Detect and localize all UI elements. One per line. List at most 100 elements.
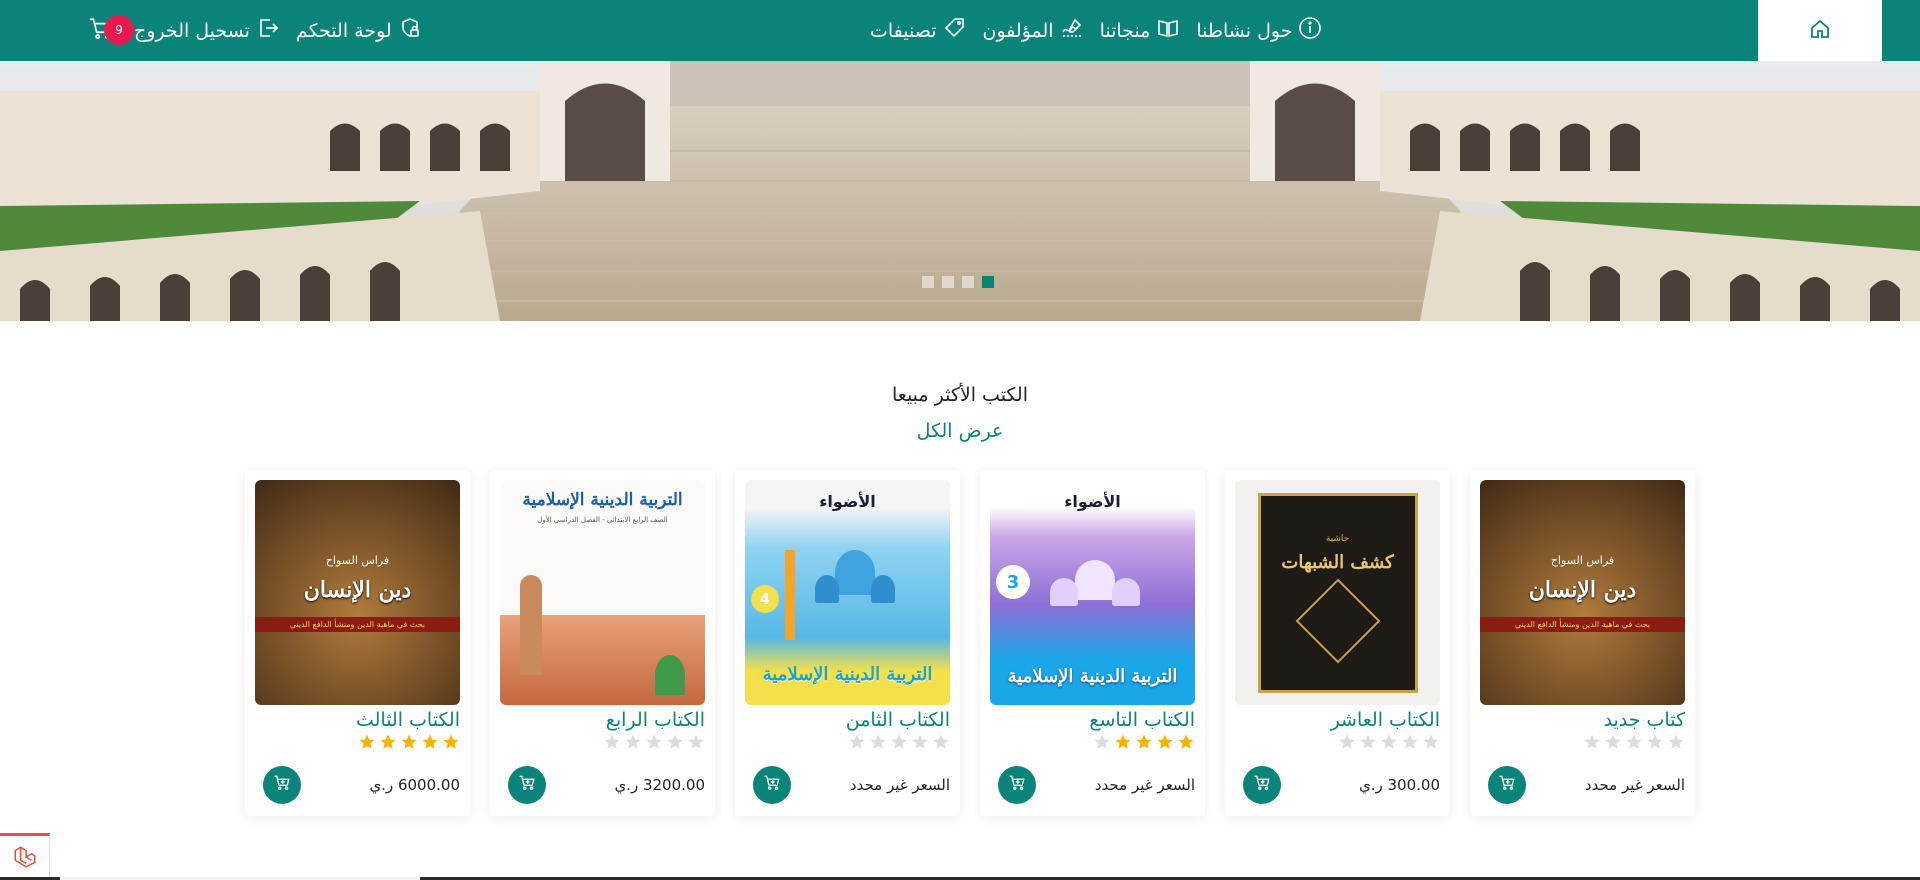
star-filled-icon [1157, 734, 1173, 749]
cover-author: فراس السواح [1550, 553, 1615, 567]
cart-add-icon [1253, 774, 1271, 796]
user-menu: لوحة التحكم تسحيل الخروج 9 [84, 0, 422, 61]
book-title[interactable]: الكتاب العاشر [1235, 709, 1440, 731]
cart-button[interactable]: 9 [84, 11, 134, 51]
dashboard-link[interactable]: لوحة التحكم [296, 16, 422, 45]
cart-add-icon [1498, 774, 1516, 796]
tag-icon [943, 16, 967, 45]
star-filled-icon [1178, 734, 1194, 749]
book-title[interactable]: الكتاب التاسع [990, 709, 1195, 731]
book-title[interactable]: الكتاب الرابع [500, 709, 705, 731]
price-row: السعر غير محدد [998, 766, 1195, 804]
carousel-dot-active[interactable] [982, 276, 994, 288]
logout-icon [256, 16, 280, 45]
rating-stars [500, 733, 705, 753]
star-empty-icon [1094, 734, 1110, 749]
star-empty-icon [1605, 734, 1621, 749]
book-cover[interactable]: التربية الدينية الإسلامية الصف الرابع ال… [500, 480, 705, 705]
book-cover[interactable]: الأضواء 3 التربية الدينية الإسلامية [990, 480, 1195, 705]
nav-authors-label: المؤلفون [982, 19, 1054, 42]
add-to-cart-button[interactable] [1243, 766, 1281, 804]
cover-title: كشف الشبهات [1281, 552, 1394, 573]
home-tab[interactable] [1758, 0, 1882, 61]
book-card[interactable]: الأضواء 3 التربية الدينية الإسلامية الكت… [980, 470, 1205, 816]
cover-title: دين الإنسان [303, 576, 412, 603]
rating-stars [1235, 733, 1440, 753]
star-empty-icon [849, 734, 865, 749]
star-empty-icon [1647, 734, 1663, 749]
pen-signature-icon [1060, 16, 1084, 45]
book-card[interactable]: فراس السواح دين الإنسان بحث في ماهية الد… [245, 470, 470, 816]
star-empty-icon [1339, 734, 1355, 749]
cover-subtitle: بحث في ماهية الدين ومنشأ الدافع الديني [255, 616, 460, 632]
cover-author: الأضواء [819, 492, 876, 511]
info-icon [1298, 16, 1322, 45]
carousel-dot[interactable] [942, 276, 954, 288]
star-empty-icon [1402, 734, 1418, 749]
logout-label: تسحيل الخروج [134, 19, 250, 42]
add-to-cart-button[interactable] [998, 766, 1036, 804]
book-card[interactable]: فراس السواح دين الإنسان بحث في ماهية الد… [1470, 470, 1695, 816]
cover-title: التربية الدينية الإسلامية [522, 490, 683, 510]
carousel-dots [922, 276, 994, 288]
cover-author: حاشية [1325, 534, 1350, 544]
book-price: 6000.00 ر.ي [369, 776, 460, 794]
book-card[interactable]: التربية الدينية الإسلامية الصف الرابع ال… [490, 470, 715, 816]
home-icon [1808, 17, 1832, 45]
book-cover[interactable]: حاشية كشف الشبهات [1235, 480, 1440, 705]
star-empty-icon [604, 734, 620, 749]
book-open-icon [1156, 16, 1180, 45]
add-to-cart-button[interactable] [753, 766, 791, 804]
book-cover[interactable]: فراس السواح دين الإنسان بحث في ماهية الد… [255, 480, 460, 705]
book-card[interactable]: الأضواء 4 التربية الدينية الإسلامية الكت… [735, 470, 960, 816]
main-menu: حول نشاطنا منجاتنا المؤلفون تصنيفات [870, 0, 1322, 61]
star-empty-icon [1626, 734, 1642, 749]
star-empty-icon [1360, 734, 1376, 749]
book-card[interactable]: حاشية كشف الشبهات الكتاب العاشر 300.00 ر… [1225, 470, 1450, 816]
shield-lock-icon [398, 16, 422, 45]
cart-add-icon [763, 774, 781, 796]
nav-about-label: حول نشاطنا [1196, 19, 1293, 42]
book-price: السعر غير محدد [1584, 776, 1685, 794]
nav-authors[interactable]: المؤلفون [983, 16, 1084, 45]
book-price: 3200.00 ر.ي [614, 776, 705, 794]
book-title[interactable]: كتاب جديد [1480, 709, 1685, 731]
rating-stars [990, 733, 1195, 753]
price-row: السعر غير محدد [1488, 766, 1685, 804]
star-empty-icon [1584, 734, 1600, 749]
cover-title: دين الإنسان [1528, 576, 1637, 603]
book-title[interactable]: الكتاب الثامن [745, 709, 950, 731]
book-cover[interactable]: الأضواء 4 التربية الدينية الإسلامية [745, 480, 950, 705]
book-cover[interactable]: فراس السواح دين الإنسان بحث في ماهية الد… [1480, 480, 1685, 705]
star-empty-icon [1668, 734, 1684, 749]
add-to-cart-button[interactable] [1488, 766, 1526, 804]
add-to-cart-button[interactable] [263, 766, 301, 804]
carousel-dot[interactable] [922, 276, 934, 288]
dashboard-label: لوحة التحكم [295, 19, 392, 42]
star-filled-icon [359, 734, 375, 749]
book-title[interactable]: الكتاب الثالث [255, 709, 460, 731]
view-all-link[interactable]: عرض الكل [0, 420, 1920, 442]
star-empty-icon [1423, 734, 1439, 749]
cover-author: الأضواء [1064, 492, 1121, 511]
book-price: السعر غير محدد [849, 776, 950, 794]
rating-stars [1480, 733, 1685, 753]
hero-carousel[interactable] [0, 61, 1920, 321]
logout-link[interactable]: تسحيل الخروج [134, 16, 280, 45]
book-price: السعر غير محدد [1094, 776, 1195, 794]
nav-about[interactable]: حول نشاطنا [1196, 16, 1322, 45]
nav-products[interactable]: منجاتنا [1100, 16, 1181, 45]
star-empty-icon [625, 734, 641, 749]
nav-categories[interactable]: تصنيفات [870, 16, 967, 45]
laravel-logo-icon[interactable] [0, 833, 50, 878]
star-filled-icon [380, 734, 396, 749]
price-row: 300.00 ر.ي [1243, 766, 1440, 804]
star-empty-icon [1381, 734, 1397, 749]
cover-subtitle: الصف الرابع الابتدائي - الفصل الدراسي ال… [537, 516, 668, 524]
book-price: 300.00 ر.ي [1358, 776, 1440, 794]
star-empty-icon [933, 734, 949, 749]
cover-subtitle: بحث في ماهية الدين ومنشأ الدافع الديني [1480, 616, 1685, 632]
cover-grade-number: 4 [751, 585, 779, 613]
add-to-cart-button[interactable] [508, 766, 546, 804]
carousel-dot[interactable] [962, 276, 974, 288]
